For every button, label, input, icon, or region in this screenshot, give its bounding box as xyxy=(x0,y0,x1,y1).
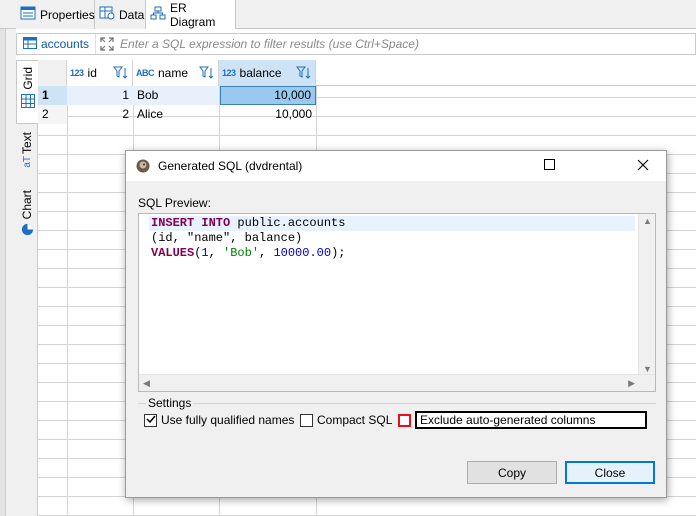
dialog-title: Generated SQL (dvdrental) xyxy=(158,159,303,173)
filter-sort-icon[interactable] xyxy=(199,66,215,80)
scroll-down-icon[interactable]: ▼ xyxy=(643,364,652,374)
maximize-button[interactable] xyxy=(526,151,572,181)
cell-name[interactable]: Alice xyxy=(133,105,219,124)
tab-grid[interactable]: Grid xyxy=(16,60,38,124)
tab-grid-label: Grid xyxy=(20,67,35,90)
vertical-scrollbar[interactable]: ▲ ▼ xyxy=(638,214,655,376)
tab-data[interactable]: Data xyxy=(95,0,146,29)
close-button[interactable]: Close xyxy=(565,461,655,484)
cell-balance[interactable]: 10,000 xyxy=(219,105,316,124)
use-fully-qualified-names-checkbox[interactable]: Use fully qualified names xyxy=(144,413,294,427)
filter-table-selector[interactable]: accounts xyxy=(17,34,97,54)
editor-tab-bar: Properties Data ER Diagram xyxy=(0,0,696,29)
text-icon: aT xyxy=(21,156,33,168)
filter-table-name: accounts xyxy=(41,37,90,51)
checkbox-box[interactable] xyxy=(398,413,411,427)
settings-label: Settings xyxy=(146,396,194,410)
grid-header: 123 id ABC name 123 balance xyxy=(38,60,696,86)
sql-text: ); xyxy=(331,246,346,260)
close-window-button[interactable] xyxy=(620,151,666,181)
presentation-tab-bar: Grid Text aT Chart xyxy=(16,60,38,516)
sql-code: INSERT INTO public.accounts (id, "name",… xyxy=(151,216,345,261)
tab-text-label: Text xyxy=(20,132,34,155)
filter-bar: accounts xyxy=(16,33,696,55)
checkbox-label: Exclude auto-generated columns xyxy=(415,411,647,429)
checkbox-box[interactable] xyxy=(300,413,313,427)
column-name: id xyxy=(87,66,97,80)
grid-column-line xyxy=(67,60,68,516)
maximize-icon xyxy=(543,159,555,173)
checkbox-label: Compact SQL xyxy=(317,413,393,427)
horizontal-scrollbar[interactable]: ◀ ▶ xyxy=(139,374,655,391)
copy-button[interactable]: Copy xyxy=(467,461,557,484)
row-number[interactable]: 1 xyxy=(38,86,67,105)
sql-text: , xyxy=(259,246,274,260)
grid-icon xyxy=(20,93,35,111)
table-row[interactable]: 2 2 Alice 10,000 xyxy=(38,105,696,124)
scroll-right-icon[interactable]: ▶ xyxy=(628,378,635,389)
cell-id[interactable]: 2 xyxy=(67,105,133,124)
scroll-left-icon[interactable]: ◀ xyxy=(143,378,150,389)
tab-data-label: Data xyxy=(119,7,145,22)
sql-keyword: VALUES xyxy=(151,246,195,260)
row-number-header xyxy=(38,60,67,86)
checkbox-label: Use fully qualified names xyxy=(161,413,295,427)
sql-text: public.accounts xyxy=(230,216,346,230)
table-row[interactable]: 1 1 Bob 10,000 xyxy=(38,86,696,105)
generated-sql-dialog: Generated SQL (dvdrental) SQL Preview: I… xyxy=(125,150,667,498)
checkmark-icon xyxy=(145,413,156,427)
filter-input[interactable] xyxy=(118,34,695,54)
sql-number: 10000.00 xyxy=(273,246,332,260)
sql-preview-label: SQL Preview: xyxy=(138,196,211,210)
properties-icon xyxy=(20,6,36,23)
app-icon xyxy=(136,159,150,173)
cell-id[interactable]: 1 xyxy=(67,86,133,105)
tab-text[interactable]: Text aT xyxy=(16,126,38,180)
sql-keyword: INSERT INTO xyxy=(151,216,231,230)
tab-chart[interactable]: Chart xyxy=(16,184,38,242)
cell-balance[interactable]: 10,000 xyxy=(220,86,316,105)
tab-er-diagram-label: ER Diagram xyxy=(170,0,216,29)
column-header-name[interactable]: ABC name xyxy=(133,60,219,86)
column-name: name xyxy=(158,66,189,80)
column-header-balance[interactable]: 123 balance xyxy=(219,60,316,86)
sql-preview-editor[interactable]: INSERT INTO public.accounts (id, "name",… xyxy=(138,213,656,392)
checkbox-box[interactable] xyxy=(144,413,157,427)
text-type-icon: ABC xyxy=(136,68,155,78)
number-type-icon: 123 xyxy=(70,68,84,78)
editor-gutter xyxy=(139,214,149,376)
expand-filter-icon[interactable] xyxy=(96,34,118,54)
left-panel-gap xyxy=(6,29,16,516)
tab-er-diagram[interactable]: ER Diagram xyxy=(146,0,236,29)
exclude-auto-generated-columns-checkbox[interactable]: Exclude auto-generated columns xyxy=(398,411,647,429)
column-name: balance xyxy=(239,66,282,80)
data-icon xyxy=(99,6,115,23)
sql-string: 'Bob' xyxy=(223,246,260,260)
close-icon xyxy=(637,159,649,174)
tab-properties[interactable]: Properties xyxy=(16,0,95,29)
cell-name[interactable]: Bob xyxy=(133,86,219,105)
filter-sort-icon[interactable] xyxy=(296,66,312,80)
tab-properties-label: Properties xyxy=(40,7,95,22)
number-type-icon: 123 xyxy=(222,68,236,78)
sql-text: (id, "name", balance) xyxy=(151,231,303,245)
er-diagram-icon xyxy=(150,6,166,23)
chart-icon xyxy=(21,223,34,239)
row-number[interactable]: 2 xyxy=(38,105,67,124)
dialog-title-bar[interactable]: Generated SQL (dvdrental) xyxy=(126,151,666,181)
filter-sort-icon[interactable] xyxy=(113,66,129,80)
tab-chart-label: Chart xyxy=(20,190,34,220)
table-icon xyxy=(23,36,37,52)
sql-text: , xyxy=(208,246,224,260)
column-header-id[interactable]: 123 id xyxy=(67,60,133,86)
compact-sql-checkbox[interactable]: Compact SQL xyxy=(300,413,392,427)
scroll-up-icon[interactable]: ▲ xyxy=(643,216,652,226)
sql-number: 1 xyxy=(201,246,209,260)
